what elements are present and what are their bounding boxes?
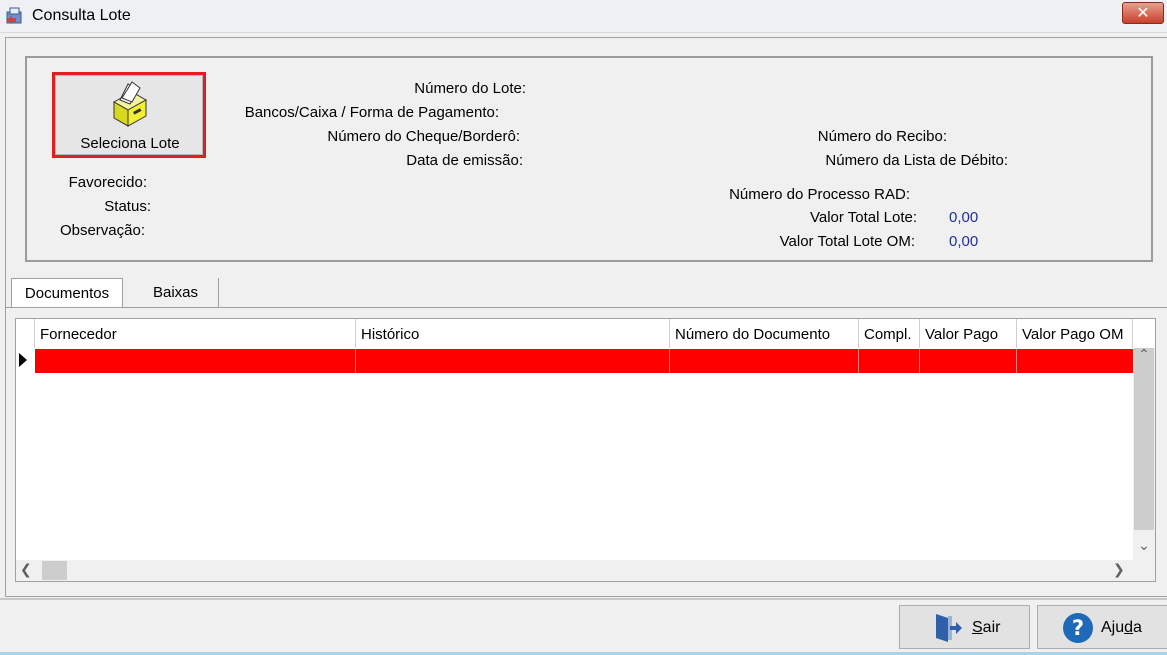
col-fornecedor[interactable]: Fornecedor	[35, 319, 356, 348]
scroll-down-icon[interactable]: ⌄	[1133, 537, 1155, 559]
tab-documentos[interactable]: Documentos	[11, 278, 123, 307]
valor-total-lote-label: Valor Total Lote:	[809, 209, 917, 226]
seleciona-lote-button[interactable]: Seleciona Lote	[55, 75, 203, 155]
favorecido-label: Favorecido:	[68, 174, 147, 191]
observacao-label: Observação:	[59, 222, 145, 239]
title-bar: Consulta Lote ✕	[0, 0, 1167, 33]
svg-text:?: ?	[1072, 616, 1084, 640]
tab-baixas[interactable]: Baixas	[133, 278, 219, 307]
horizontal-scroll-thumb[interactable]	[42, 561, 67, 580]
numero-recibo-label: Número do Recibo:	[817, 128, 947, 145]
scroll-right-icon[interactable]: ❯	[1113, 561, 1125, 578]
documentos-grid[interactable]: Fornecedor Histórico Número do Documento…	[15, 318, 1156, 582]
col-valor-pago[interactable]: Valor Pago	[920, 319, 1017, 348]
help-icon: ?	[1063, 613, 1093, 643]
cell-valor-pago-om[interactable]	[1017, 349, 1133, 373]
col-compl[interactable]: Compl.	[859, 319, 920, 348]
horizontal-scrollbar[interactable]: ❮ ❯	[16, 560, 1155, 581]
cell-historico[interactable]	[356, 349, 670, 373]
scroll-left-icon[interactable]: ❮	[20, 561, 32, 578]
close-button[interactable]: ✕	[1122, 2, 1164, 24]
exit-door-icon	[936, 614, 962, 642]
app-icon	[6, 7, 22, 24]
row-indicator-header	[16, 319, 35, 348]
tab-strip-line	[5, 307, 1167, 308]
ajuda-button[interactable]: ? Ajuda	[1037, 605, 1167, 649]
footer-separator	[0, 598, 1167, 600]
bancos-label: Bancos/Caixa / Forma de Pagamento:	[244, 104, 499, 121]
valor-total-lote-value: 0,00	[949, 209, 979, 226]
table-row[interactable]	[35, 349, 1133, 373]
current-row-arrow-icon	[19, 353, 27, 367]
sair-label: Sair	[972, 619, 1001, 636]
window-title: Consulta Lote	[32, 7, 131, 24]
close-icon: ✕	[1136, 5, 1150, 22]
numero-cheque-label: Número do Cheque/Borderô:	[327, 128, 520, 145]
col-historico[interactable]: Histórico	[356, 319, 670, 348]
data-emissao-label: Data de emissão:	[406, 152, 523, 169]
sair-button[interactable]: Sair	[899, 605, 1030, 649]
scroll-up-icon[interactable]: ⌃	[1133, 346, 1155, 368]
numero-lista-debito-label: Número da Lista de Débito:	[825, 152, 1008, 169]
col-numero-documento[interactable]: Número do Documento	[670, 319, 859, 348]
vertical-scroll-thumb[interactable]	[1134, 348, 1154, 530]
ajuda-label: Ajuda	[1101, 619, 1142, 636]
cell-fornecedor[interactable]	[35, 349, 356, 373]
numero-lote-label: Número do Lote:	[414, 80, 526, 97]
seleciona-lote-label: Seleciona Lote	[80, 135, 180, 152]
valor-total-lote-om-value: 0,00	[949, 233, 979, 250]
cell-numero-documento[interactable]	[670, 349, 859, 373]
numero-processo-rad-label: Número do Processo RAD:	[729, 186, 910, 203]
col-valor-pago-om[interactable]: Valor Pago OM	[1017, 319, 1133, 348]
cell-compl[interactable]	[859, 349, 920, 373]
cell-valor-pago[interactable]	[920, 349, 1017, 373]
file-box-icon	[112, 81, 148, 127]
vertical-scrollbar[interactable]: ⌃ ⌄	[1133, 346, 1155, 560]
valor-total-lote-om-label: Valor Total Lote OM:	[779, 233, 915, 250]
status-label: Status:	[104, 198, 151, 215]
